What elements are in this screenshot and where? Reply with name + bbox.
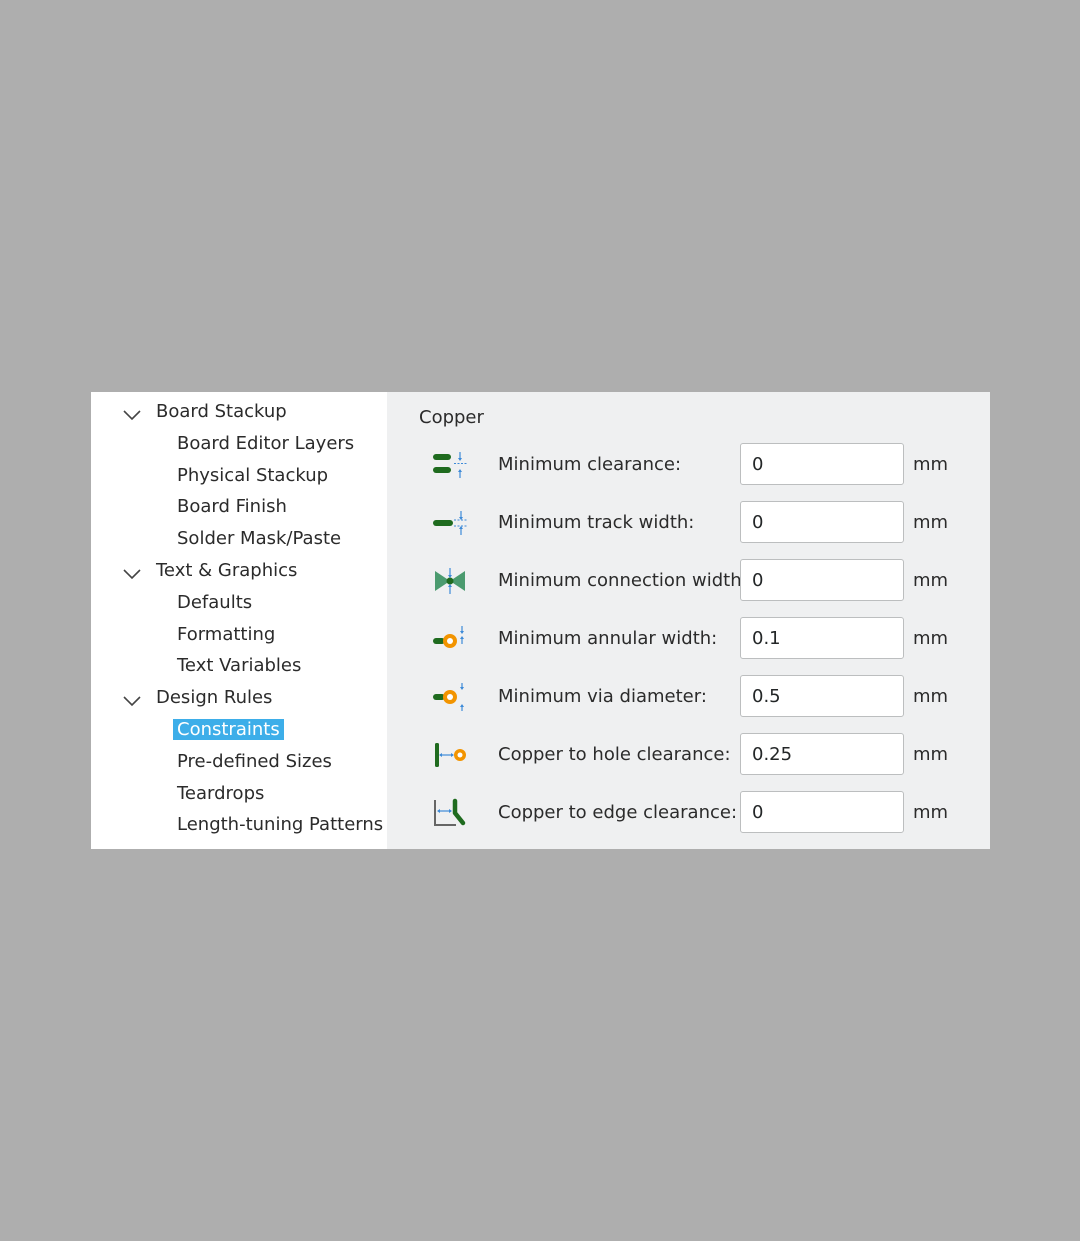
connection-width-icon	[432, 566, 468, 596]
tree-item[interactable]: Formatting	[173, 622, 279, 648]
constraint-row: Minimum track width: mm	[387, 501, 990, 545]
constraint-value-input[interactable]	[740, 733, 904, 775]
constraint-row: Minimum annular width: mm	[387, 617, 990, 661]
expand-chevron-icon[interactable]	[123, 406, 141, 421]
tree-item[interactable]: Design Rules	[152, 685, 276, 711]
section-title-copper: Copper	[419, 407, 484, 428]
tree-item-label: Constraints	[173, 719, 284, 740]
tree-item-label: Pre-defined Sizes	[177, 750, 332, 772]
tree-item[interactable]: Text & Graphics	[152, 558, 301, 584]
constraint-label: Minimum annular width:	[498, 628, 718, 649]
tree-item[interactable]: Board Stackup	[152, 399, 291, 425]
tree-item-label: Teardrops	[177, 782, 265, 804]
tree-item[interactable]: Physical Stackup	[173, 463, 332, 489]
constraint-label: Copper to edge clearance:	[498, 802, 738, 823]
track-width-icon	[432, 508, 468, 538]
tree-item-label: Design Rules	[156, 687, 273, 709]
unit-label: mm	[913, 802, 949, 823]
expand-chevron-icon[interactable]	[123, 692, 141, 707]
tree-item-label: Text & Graphics	[156, 560, 298, 581]
annular-width-icon	[432, 624, 468, 654]
constraint-value-input[interactable]	[740, 675, 904, 717]
tree-item[interactable]: Defaults	[173, 590, 256, 616]
tree-item-label: Formatting	[177, 623, 276, 645]
constraint-label: Minimum connection width:	[498, 570, 748, 591]
unit-label: mm	[913, 628, 949, 649]
constraint-row: Minimum clearance: mm	[387, 443, 990, 487]
constraint-label: Copper to hole clearance:	[498, 744, 731, 765]
board-setup-panel: Board Stackup Board Editor Layers Physical…	[91, 392, 990, 849]
via-diameter-icon	[432, 682, 468, 712]
unit-label: mm	[913, 570, 949, 591]
tree-item-label: Board Stackup	[156, 401, 287, 422]
tree-item[interactable]: Pre-defined Sizes	[173, 749, 336, 775]
constraint-value-input[interactable]	[740, 791, 904, 833]
tree-item[interactable]: Solder Mask/Paste	[173, 526, 345, 552]
tree-item-label: Board Editor Layers	[177, 432, 355, 454]
unit-label: mm	[913, 454, 949, 475]
constraint-row: Copper to hole clearance: mm	[387, 733, 990, 777]
constraint-value-input[interactable]	[740, 559, 904, 601]
tree-item[interactable]: Board Editor Layers	[173, 431, 358, 457]
tree-item-label: Solder Mask/Paste	[177, 528, 342, 550]
tree-item-label: Defaults	[177, 591, 253, 613]
hole-clearance-icon	[432, 740, 468, 770]
constraint-value-input[interactable]	[740, 617, 904, 659]
tree-item-label: Board Finish	[177, 496, 287, 518]
tree-item[interactable]: Teardrops	[173, 781, 268, 807]
constraint-value-input[interactable]	[740, 443, 904, 485]
unit-label: mm	[913, 686, 949, 707]
constraint-label: Minimum clearance:	[498, 454, 682, 475]
constraint-row: Copper to edge clearance: mm	[387, 791, 990, 835]
expand-chevron-icon[interactable]	[123, 565, 141, 580]
settings-tree[interactable]: Board Stackup Board Editor Layers Physical…	[91, 392, 387, 849]
constraint-label: Minimum via diameter:	[498, 686, 707, 707]
tree-item[interactable]: Constraints	[173, 717, 284, 743]
tree-item[interactable]: Text Variables	[173, 653, 305, 679]
tree-item-label: Text Variables	[177, 655, 302, 677]
constraint-row: Minimum via diameter: mm	[387, 675, 990, 719]
tree-item[interactable]: Length-tuning Patterns	[173, 812, 387, 838]
tree-item-label: Length-tuning Patterns	[177, 814, 384, 836]
tree-item-label: Physical Stackup	[177, 464, 329, 486]
constraint-value-input[interactable]	[740, 501, 904, 543]
edge-clearance-icon	[432, 798, 468, 828]
constraints-content: Copper Minimum clearance: mm Minimum trac…	[387, 392, 990, 849]
constraint-label: Minimum track width:	[498, 512, 695, 533]
unit-label: mm	[913, 744, 949, 765]
clearance-icon	[432, 450, 468, 480]
constraint-row: Minimum connection width: mm	[387, 559, 990, 603]
unit-label: mm	[913, 512, 949, 533]
tree-item[interactable]: Board Finish	[173, 494, 291, 520]
